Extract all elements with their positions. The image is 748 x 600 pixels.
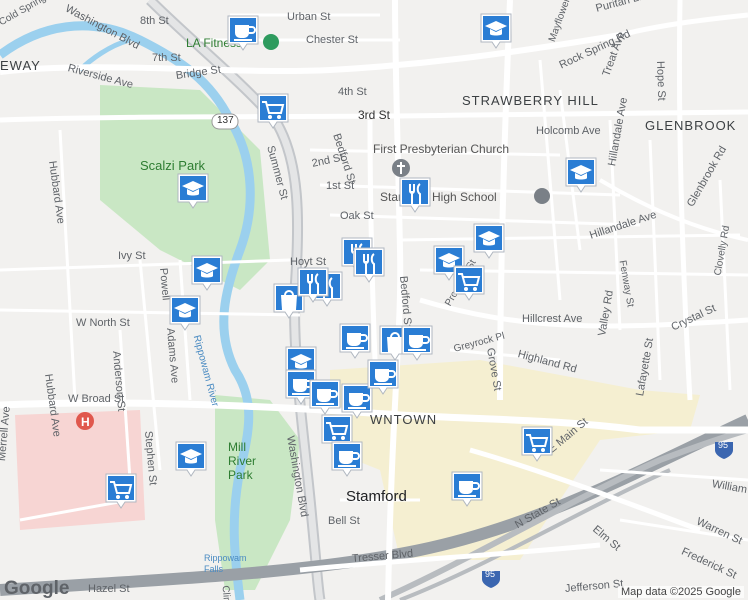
pin-coffee-9[interactable] xyxy=(450,470,484,508)
map-canvas[interactable]: H EWAY STRAWBERRY HILL GLENBROOK WNTOWN … xyxy=(0,0,748,600)
street-label: Hillcrest Ave xyxy=(522,313,583,325)
pin-cart-1[interactable] xyxy=(256,92,290,130)
street-label: 7th St xyxy=(152,52,181,64)
pin-coffee-2[interactable] xyxy=(338,322,372,360)
fitness-icon xyxy=(263,34,279,50)
pin-school-9[interactable] xyxy=(174,440,208,478)
map-data-credit[interactable]: Map data ©2025 Google xyxy=(617,586,744,598)
pin-coffee-1[interactable] xyxy=(226,14,260,52)
pin-school-1[interactable] xyxy=(479,12,513,50)
area-label: EWAY xyxy=(0,58,41,73)
i95-label: 95 xyxy=(485,569,496,579)
pin-school-7[interactable] xyxy=(168,294,202,332)
pin-school-2[interactable] xyxy=(176,172,210,210)
pin-restaurant-1[interactable] xyxy=(398,176,432,214)
pin-coffee-3[interactable] xyxy=(400,324,434,362)
street-label: Chester St xyxy=(306,34,358,46)
pin-cluster-1[interactable] xyxy=(296,266,330,304)
park-label: Mill River Park xyxy=(228,440,257,482)
pin-school-4[interactable] xyxy=(472,222,506,260)
street-label: Hope St xyxy=(654,60,668,101)
street-label: Hazel St xyxy=(88,583,130,595)
pin-coffee-7[interactable] xyxy=(366,358,400,396)
pin-cart-2[interactable] xyxy=(452,264,486,302)
school-poi-icon xyxy=(534,188,550,204)
pin-cart-5[interactable] xyxy=(104,472,138,510)
area-label: STRAWBERRY HILL xyxy=(462,93,599,108)
church-label: First Presbyterian Church xyxy=(373,142,510,156)
area-label: WNTOWN xyxy=(370,412,438,427)
falls-label: Rippowam Falls xyxy=(204,553,247,574)
street-label: W North St xyxy=(76,317,130,329)
google-logo: Google xyxy=(4,578,70,599)
city-label: Stamford xyxy=(346,488,407,505)
street-label: Holcomb Ave xyxy=(536,125,601,137)
pin-school-5[interactable] xyxy=(190,254,224,292)
park-label: Scalzi Park xyxy=(140,158,206,173)
street-label: 8th St xyxy=(140,15,169,27)
svg-text:H: H xyxy=(81,415,90,429)
street-label: 3rd St xyxy=(358,108,391,122)
street-label: Bell St xyxy=(328,515,360,527)
street-label: Ivy St xyxy=(118,250,146,262)
street-label: 4th St xyxy=(338,86,367,98)
street-label: Oak St xyxy=(340,210,374,222)
street-label: Urban St xyxy=(287,11,331,23)
pin-coffee-5[interactable] xyxy=(308,378,342,416)
route-137-label: 137 xyxy=(217,115,234,126)
i95-label: 95 xyxy=(718,440,729,450)
area-label: GLENBROOK xyxy=(645,118,737,133)
pin-school-3[interactable] xyxy=(564,156,598,194)
pin-cart-4[interactable] xyxy=(520,425,554,463)
map-base-layer: H xyxy=(0,0,748,600)
pin-coffee-8[interactable] xyxy=(330,440,364,478)
pin-restaurant-3[interactable] xyxy=(352,246,386,284)
